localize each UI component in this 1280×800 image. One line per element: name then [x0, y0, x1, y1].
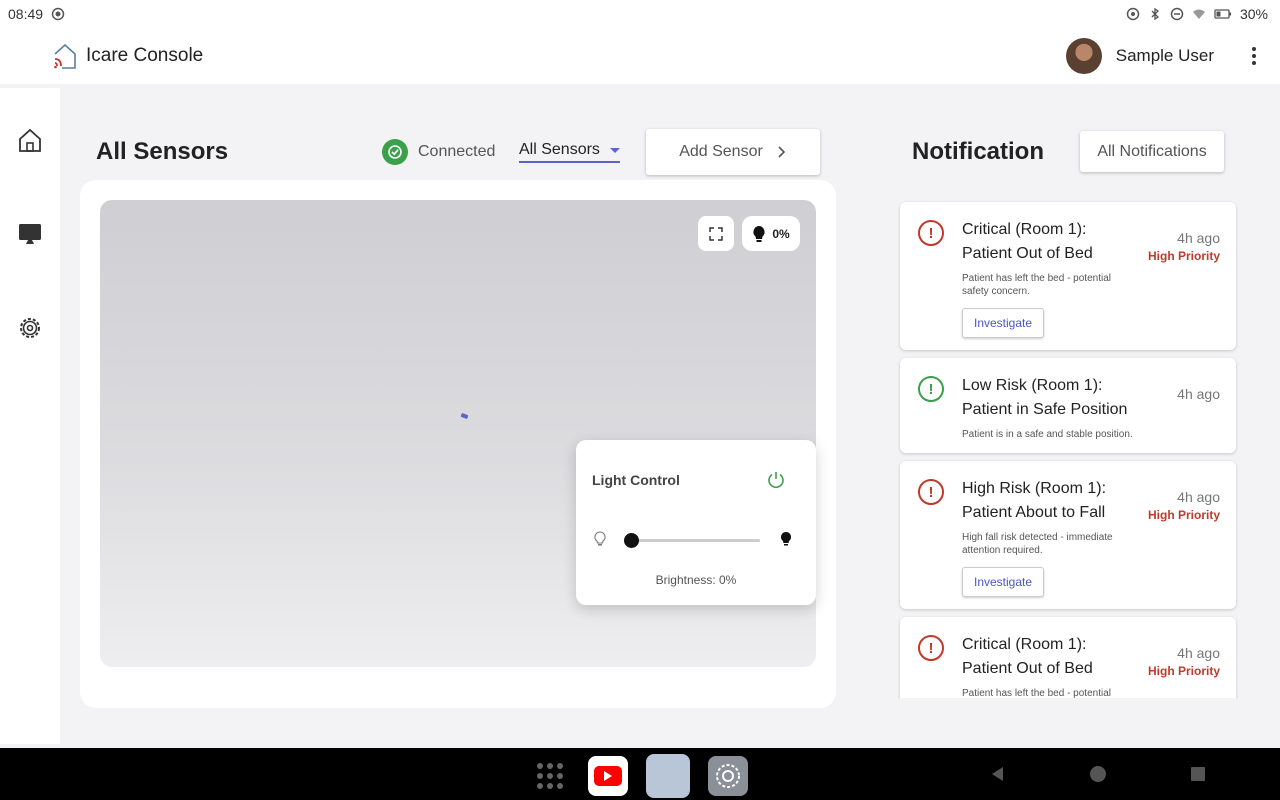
notification-title: High Risk (Room 1): Patient About to Fal…: [962, 480, 1107, 521]
lightbulb-filled-icon: [781, 532, 791, 546]
notification-description: Patient has left the bed - potential saf…: [962, 273, 1111, 297]
avatar[interactable]: [1065, 38, 1102, 74]
brand: Icare Console: [52, 42, 203, 70]
check-circle-icon: [382, 139, 408, 165]
sensor-marker[interactable]: [460, 412, 469, 420]
notification-list: ! Critical (Room 1): Patient Out of Bed …: [896, 198, 1240, 698]
notification-title: Critical (Room 1): Patient Out of Bed: [962, 636, 1093, 677]
priority-badge: High Priority: [1147, 508, 1220, 522]
sidebar-item-monitor[interactable]: [12, 216, 48, 252]
notification-title: Low Risk (Room 1): Patient in Safe Posit…: [962, 377, 1128, 418]
brightness-slider[interactable]: [592, 528, 800, 552]
light-control-panel: Light Control Brightness: 0%: [576, 440, 816, 605]
battery-icon: [1214, 9, 1231, 19]
monitor-icon: [19, 224, 41, 244]
notification-card: ! High Risk (Room 1): Patient About to F…: [900, 461, 1236, 609]
investigate-button[interactable]: Investigate: [962, 567, 1045, 597]
sync-icon: [1126, 7, 1140, 21]
settings-gear-icon: [20, 318, 40, 338]
fullscreen-button[interactable]: [698, 216, 734, 251]
notifications-title: Notification: [912, 138, 1044, 165]
app-folder-icon[interactable]: [646, 754, 690, 798]
app-dock: [530, 754, 748, 798]
brightness-label: Brightness: 0%: [655, 573, 737, 587]
notification-title: Critical (Room 1): Patient Out of Bed: [962, 221, 1093, 262]
alert-circle-icon: !: [918, 220, 944, 246]
add-sensor-button[interactable]: Add Sensor: [646, 129, 820, 175]
priority-badge: High Priority: [1147, 249, 1220, 263]
light-level-button[interactable]: 0%: [742, 216, 800, 251]
power-icon[interactable]: [764, 468, 788, 492]
user-name: Sample User: [1115, 46, 1214, 65]
notification-time: 4h ago: [1177, 386, 1220, 402]
app-bar: Icare Console Sample User: [0, 28, 1280, 84]
recents-icon[interactable]: [1188, 764, 1208, 784]
notification-time: 4h ago: [1177, 489, 1220, 505]
home-icon: [19, 128, 41, 152]
sensor-filter-value: All Sensors: [519, 141, 600, 158]
chevron-right-icon: [778, 146, 785, 158]
sensors-header: All Sensors Connected All Sensors Add Se…: [96, 128, 820, 176]
status-bar: 08:49 30%: [0, 0, 1280, 28]
alert-circle-icon: !: [918, 479, 944, 505]
light-level-badge: 0%: [772, 226, 790, 241]
sensor-view[interactable]: 0% Light Control Brightness: 0%: [100, 200, 816, 667]
page-title: All Sensors: [96, 138, 229, 165]
alert-circle-icon: !: [918, 635, 944, 661]
notification-description: Patient has left the bed - potential saf…: [962, 688, 1111, 698]
app-logo-icon: [54, 43, 76, 69]
battery-percent: 30%: [1239, 6, 1268, 22]
priority-badge: High Priority: [1147, 664, 1220, 678]
status-time: 08:49: [8, 6, 44, 22]
slider-track[interactable]: [632, 539, 760, 542]
wifi-icon: [1192, 9, 1205, 19]
slider-thumb[interactable]: [624, 533, 639, 548]
connection-status: Connected: [382, 139, 495, 165]
notification-card: ! Critical (Room 1): Patient Out of Bed …: [900, 202, 1236, 350]
app-drawer-icon[interactable]: [530, 756, 570, 796]
record-icon: [51, 7, 65, 21]
sidebar-item-settings[interactable]: [12, 310, 48, 346]
add-sensor-label: Add Sensor: [679, 143, 763, 160]
bluetooth-icon: [1151, 7, 1159, 21]
sensor-card: 0% Light Control Brightness: 0%: [80, 180, 836, 708]
caret-down-icon: [609, 147, 620, 153]
sidebar: [0, 88, 60, 744]
all-notifications-button[interactable]: All Notifications: [1080, 131, 1224, 172]
alert-circle-icon: !: [918, 376, 944, 402]
fullscreen-icon: [709, 226, 723, 241]
lightbulb-outline-icon: [594, 531, 606, 546]
notification-description: Patient is in a safe and stable position…: [962, 429, 1133, 440]
connection-label: Connected: [418, 143, 496, 160]
investigate-button[interactable]: Investigate: [962, 308, 1045, 338]
notification-description: High fall risk detected - immediate atte…: [962, 532, 1113, 556]
home-nav-icon[interactable]: [1088, 764, 1108, 784]
notification-time: 4h ago: [1177, 230, 1220, 246]
system-nav-bar: [0, 748, 1280, 800]
notification-time: 4h ago: [1177, 645, 1220, 661]
lightbulb-icon: [753, 225, 765, 242]
app-title: Icare Console: [86, 45, 204, 66]
notification-card: ! Critical (Room 1): Patient Out of Bed …: [900, 617, 1236, 698]
back-icon[interactable]: [988, 764, 1008, 784]
more-options-icon[interactable]: [1242, 44, 1266, 68]
settings-app-icon[interactable]: [708, 756, 748, 796]
sidebar-item-home[interactable]: [12, 122, 48, 158]
notification-card: ! Low Risk (Room 1): Patient in Safe Pos…: [900, 358, 1236, 453]
youtube-app-icon[interactable]: [588, 756, 628, 796]
sensor-filter-dropdown[interactable]: All Sensors: [519, 141, 620, 163]
do-not-disturb-icon: [1170, 7, 1184, 21]
light-control-title: Light Control: [592, 472, 680, 488]
